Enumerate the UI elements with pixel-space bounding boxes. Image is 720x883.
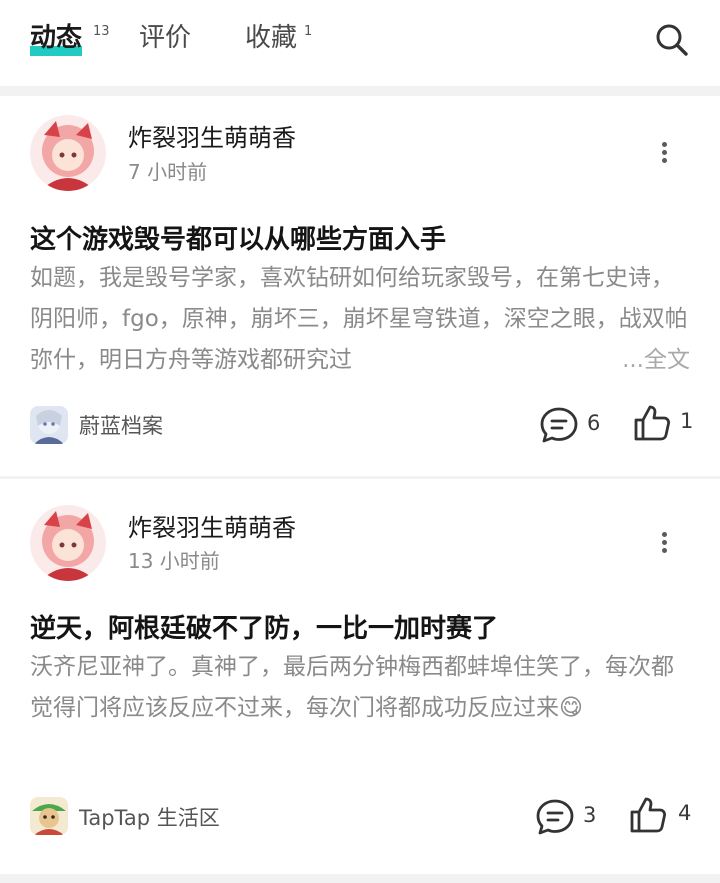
tab-label: 动态 bbox=[30, 23, 83, 53]
comment-icon bbox=[536, 799, 574, 835]
thumbs-up-icon bbox=[634, 405, 670, 441]
like-count: 4 bbox=[678, 801, 692, 825]
author-name[interactable]: 炸裂羽生萌萌香 bbox=[128, 508, 296, 543]
comment-count: 3 bbox=[583, 803, 597, 827]
author-avatar[interactable] bbox=[30, 115, 106, 191]
forum-name[interactable]: TapTap 生活区 bbox=[79, 802, 220, 832]
post-body[interactable]: 如题，我是毁号学家，喜欢钻研如何给玩家毁号，在第七史诗，阴阳师，fgo，原神，崩… bbox=[30, 258, 690, 381]
search-button[interactable] bbox=[654, 22, 690, 58]
tab-label: 评价 bbox=[139, 23, 192, 53]
post-card[interactable]: 炸裂羽生萌萌香 13 小时前 逆天，阿根廷破不了防，一比一加时赛了 沃齐尼亚神了… bbox=[0, 479, 720, 874]
like-button[interactable]: 4 bbox=[628, 795, 692, 835]
forum-icon[interactable] bbox=[30, 797, 68, 835]
more-vertical-icon bbox=[658, 142, 670, 163]
forum-avatar-image bbox=[30, 406, 68, 444]
more-options-button[interactable] bbox=[658, 529, 670, 559]
avatar-image bbox=[30, 115, 106, 191]
comment-button[interactable]: 3 bbox=[535, 797, 603, 837]
post-time: 7 小时前 bbox=[128, 160, 208, 184]
comment-count: 6 bbox=[587, 411, 601, 435]
post-body[interactable]: 沃齐尼亚神了。真神了，最后两分钟梅西都蚌埠住笑了，每次都觉得门将应该反应不过来，… bbox=[30, 647, 690, 729]
tab-favorites[interactable]: 收藏 1 bbox=[245, 18, 312, 58]
tab-badge: 13 bbox=[93, 24, 110, 39]
comment-icon bbox=[540, 407, 578, 443]
app-root: 动态 13 评价 收藏 1 炸裂羽生萌萌香 7 小时前 这个游戏毁号都可以从哪些… bbox=[0, 0, 720, 883]
search-icon bbox=[656, 24, 688, 56]
more-vertical-icon bbox=[658, 532, 670, 553]
tab-badge: 1 bbox=[304, 24, 313, 39]
post-title[interactable]: 这个游戏毁号都可以从哪些方面入手 bbox=[30, 219, 446, 256]
post-title[interactable]: 逆天，阿根廷破不了防，一比一加时赛了 bbox=[30, 608, 498, 645]
post-card[interactable]: 炸裂羽生萌萌香 7 小时前 这个游戏毁号都可以从哪些方面入手 如题，我是毁号学家… bbox=[0, 96, 720, 476]
tab-label: 收藏 bbox=[245, 23, 298, 53]
tab-dynamics[interactable]: 动态 13 bbox=[30, 18, 110, 58]
more-options-button[interactable] bbox=[658, 139, 670, 169]
read-full-link[interactable]: ...全文 bbox=[622, 340, 690, 381]
comment-button[interactable]: 6 bbox=[539, 405, 607, 445]
avatar-image bbox=[30, 505, 106, 581]
thumbs-up-icon bbox=[630, 797, 666, 833]
tab-reviews[interactable]: 评价 bbox=[139, 18, 191, 58]
forum-avatar-image bbox=[30, 797, 68, 835]
post-body-text: 沃齐尼亚神了。真神了，最后两分钟梅西都蚌埠住笑了，每次都觉得门将应该反应不过来，… bbox=[30, 654, 674, 721]
like-count: 1 bbox=[680, 409, 694, 433]
author-avatar[interactable] bbox=[30, 505, 106, 581]
post-time: 13 小时前 bbox=[128, 549, 220, 573]
top-tab-bar: 动态 13 评价 收藏 1 bbox=[0, 0, 720, 86]
forum-icon[interactable] bbox=[30, 406, 68, 444]
forum-name[interactable]: 蔚蓝档案 bbox=[79, 410, 163, 440]
author-name[interactable]: 炸裂羽生萌萌香 bbox=[128, 118, 296, 153]
like-button[interactable]: 1 bbox=[632, 403, 694, 443]
